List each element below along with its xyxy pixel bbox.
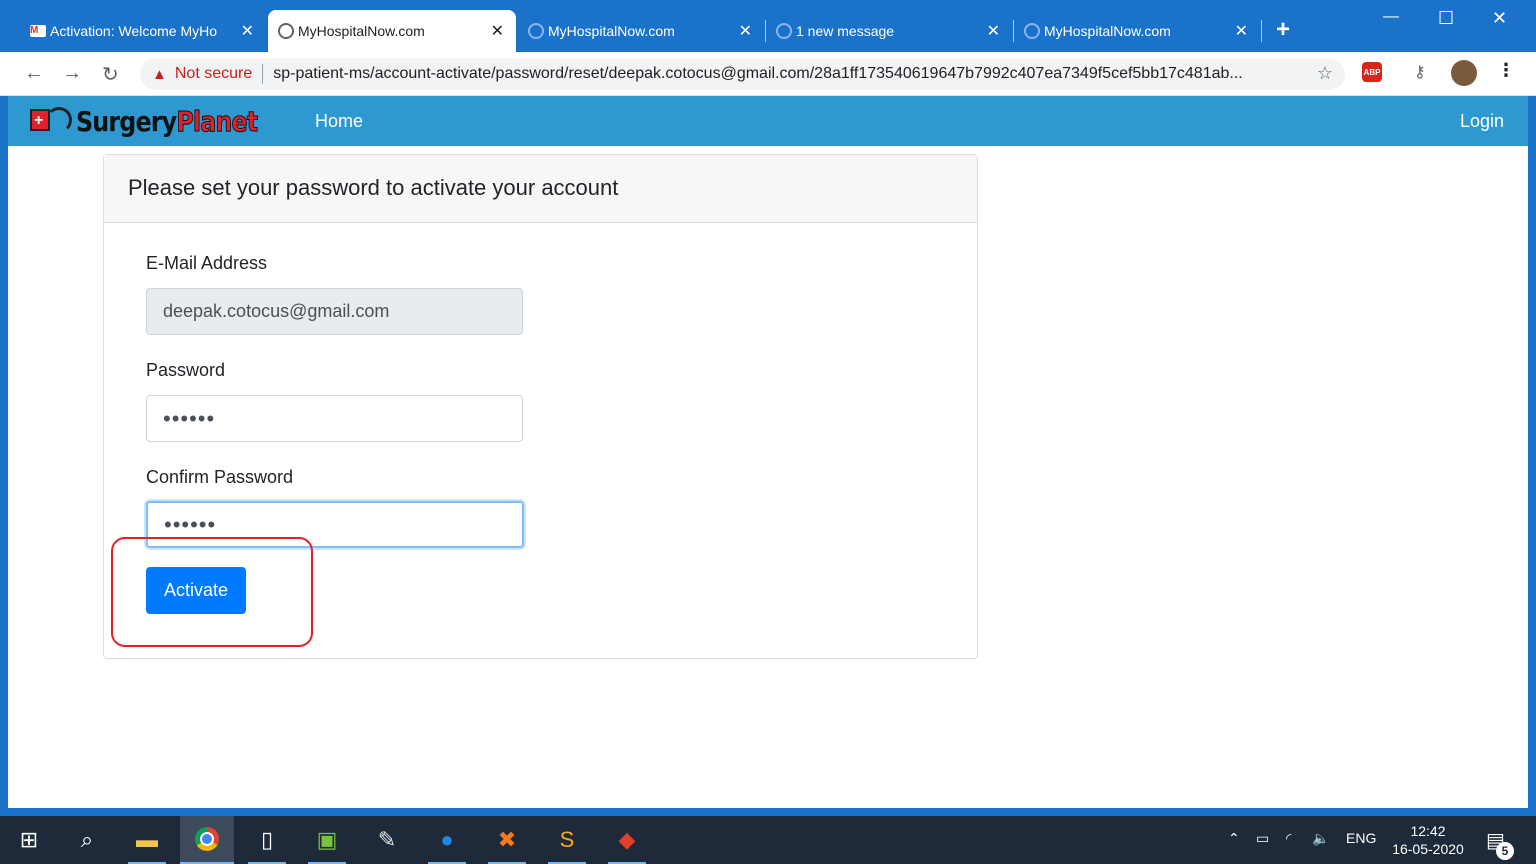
confirm-password-value: •••••• [164, 511, 217, 537]
wifi-icon[interactable]: ◜ [1286, 830, 1291, 847]
email-value: deepak.cotocus@gmail.com [163, 301, 390, 321]
key-icon[interactable]: ⚷ [1414, 62, 1426, 82]
logo-text: SurgeryPlanet [76, 104, 259, 138]
security-label[interactable]: Not secure [175, 65, 252, 83]
nav-home-link[interactable]: Home [315, 111, 363, 132]
confirm-password-label: Confirm Password [146, 467, 294, 487]
close-icon[interactable]: ✕ [739, 21, 752, 41]
battery-icon[interactable]: ▭ [1256, 830, 1269, 847]
web-page: + SurgeryPlanet Home Login Please set yo… [8, 96, 1528, 808]
xampp-icon[interactable]: ✖ [480, 816, 534, 864]
close-icon[interactable]: ✕ [1235, 21, 1248, 41]
surgery-planet-logo[interactable]: + SurgeryPlanet [28, 102, 289, 140]
globe-icon [1024, 23, 1040, 39]
browser-tab-strip: M Activation: Welcome MyHo ✕ MyHospitalN… [0, 0, 1536, 52]
reload-icon[interactable]: ↻ [102, 62, 119, 87]
notification-count-badge: 5 [1496, 842, 1514, 860]
address-bar[interactable]: ▲ Not secure sp-patient-ms/account-activ… [140, 58, 1345, 90]
omnibox-divider [262, 64, 264, 84]
password-field[interactable]: •••••• [146, 395, 523, 442]
tab-title: MyHospitalNow.com [298, 23, 425, 39]
file-explorer-icon[interactable]: ▬ [120, 816, 174, 864]
windows-taskbar: ⊞ ⌕ ▬ ▯ ▣ ✎ ● ✖ S ◆ ⌃ ▭ ◜ 🔈 ENG 12:42 16… [0, 816, 1536, 864]
globe-icon [528, 23, 544, 39]
clock-date: 16-05-2020 [1392, 841, 1464, 857]
search-icon[interactable]: ⌕ [60, 816, 114, 864]
back-arrow-icon[interactable]: ← [24, 62, 44, 85]
chrome-icon[interactable] [180, 816, 234, 864]
email-label: E-Mail Address [146, 253, 268, 273]
adblock-plus-icon[interactable]: ABP [1362, 62, 1382, 82]
globe-icon [776, 23, 792, 39]
windows-start-icon[interactable]: ⊞ [2, 816, 56, 864]
email-field[interactable]: deepak.cotocus@gmail.com [146, 288, 523, 335]
password-label: Password [146, 360, 226, 380]
gmail-icon: M [30, 25, 46, 37]
logo-word-planet: Planet [176, 104, 259, 138]
clock-time: 12:42 [1410, 823, 1446, 839]
tab-gmail[interactable]: M Activation: Welcome MyHo ✕ [20, 10, 266, 52]
logo-badge-icon: + [28, 103, 76, 139]
profile-avatar[interactable] [1451, 60, 1477, 86]
red-highlight-annotation [111, 537, 313, 647]
tab-title: MyHospitalNow.com [548, 23, 675, 39]
tab-myhospitalnow-active[interactable]: MyHospitalNow.com ✕ [268, 10, 516, 52]
nav-login-link[interactable]: Login [1460, 111, 1504, 132]
kebab-menu-icon[interactable]: ⋮ [1497, 60, 1515, 81]
language-indicator[interactable]: ENG [1346, 830, 1376, 846]
close-icon[interactable]: ✕ [987, 21, 1000, 41]
image-viewer-icon[interactable]: ▣ [300, 816, 354, 864]
minimize-icon[interactable]: — [1383, 8, 1399, 26]
git-icon[interactable]: ◆ [600, 816, 654, 864]
card-title: Please set your password to activate you… [104, 155, 977, 223]
forward-arrow-icon[interactable]: → [62, 62, 82, 85]
close-icon[interactable]: ✕ [491, 21, 504, 41]
tab-title: MyHospitalNow.com [1044, 23, 1171, 39]
tab-separator [1261, 20, 1262, 42]
sublime-text-icon[interactable]: S [540, 816, 594, 864]
browser-toolbar: ← → ↻ ▲ Not secure sp-patient-ms/account… [0, 52, 1536, 96]
warning-triangle-icon: ▲ [152, 65, 167, 83]
tab-new-message[interactable]: 1 new message ✕ [766, 10, 1012, 52]
system-clock[interactable]: 12:42 16-05-2020 [1388, 822, 1468, 858]
window-close-icon[interactable]: ✕ [1492, 8, 1507, 29]
tab-myhospitalnow-3[interactable]: MyHospitalNow.com ✕ [1014, 10, 1260, 52]
close-icon[interactable]: ✕ [241, 21, 254, 41]
tab-title: 1 new message [796, 23, 895, 39]
url-text[interactable]: sp-patient-ms/account-activate/password/… [273, 65, 1243, 83]
volume-icon[interactable]: 🔈 [1312, 830, 1329, 847]
bookmark-star-icon[interactable]: ☆ [1317, 63, 1333, 84]
maximize-icon[interactable]: ☐ [1438, 8, 1454, 29]
tab-myhospitalnow-2[interactable]: MyHospitalNow.com ✕ [518, 10, 764, 52]
site-navbar: + SurgeryPlanet Home Login [8, 96, 1528, 146]
maps-icon[interactable]: ● [420, 816, 474, 864]
logo-word-surgery: Surgery [76, 104, 177, 138]
password-value: •••••• [163, 405, 216, 431]
tab-title: Activation: Welcome MyHo [50, 23, 218, 39]
notepad-icon[interactable]: ▯ [240, 816, 294, 864]
paint-icon[interactable]: ✎ [360, 816, 414, 864]
globe-icon [278, 23, 294, 39]
new-tab-plus-icon[interactable]: + [1276, 16, 1290, 44]
tray-chevron-up-icon[interactable]: ⌃ [1228, 830, 1240, 847]
